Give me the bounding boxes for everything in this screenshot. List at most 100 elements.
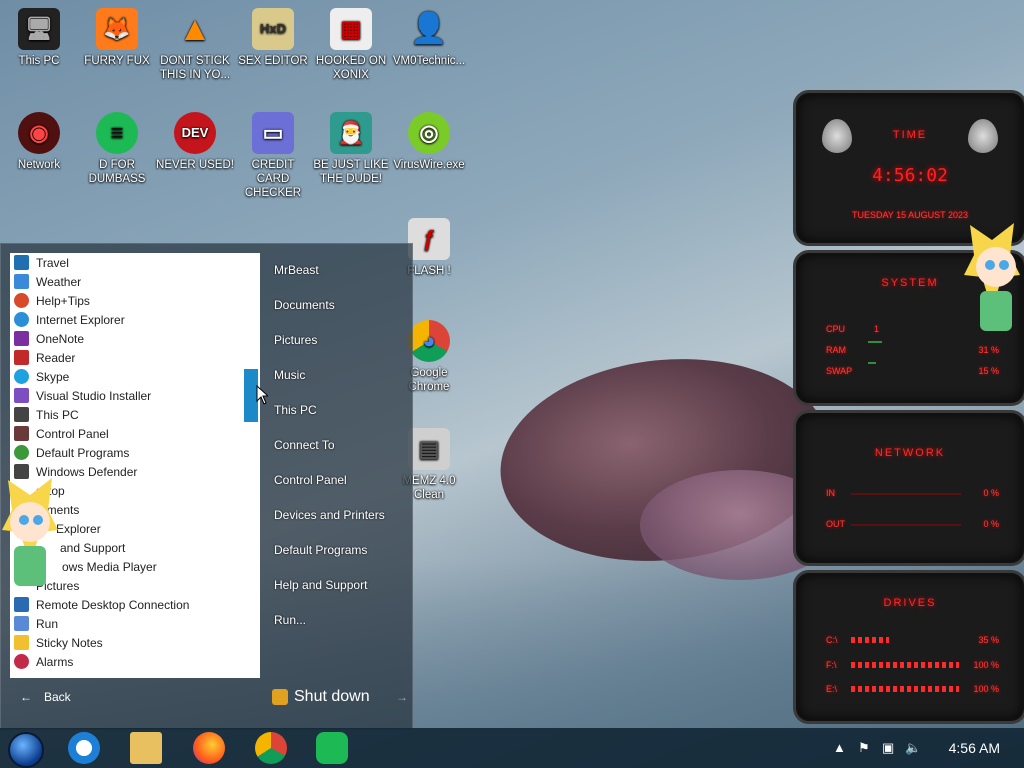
drive-f-meter [851, 662, 959, 668]
desktop-icon-credit-card[interactable]: ▭ CREDIT CARD CHECKER [234, 112, 312, 200]
network-title: NETWORK [874, 447, 946, 459]
flag-icon[interactable]: ⚑ [858, 740, 870, 756]
network-icon[interactable]: ▣ [882, 740, 894, 756]
taskbar: ▲ ⚑ ▣ 🔈 4:56 AM [0, 728, 1024, 768]
start-place-music[interactable]: Music [262, 358, 410, 393]
desktop-icon-label: SEX EDITOR [238, 55, 308, 67]
ram-meter [868, 341, 882, 343]
start-app-alarms[interactable]: Alarms [10, 652, 260, 671]
hxd-icon: HxD [252, 8, 294, 50]
desktop-icon-sex-editor[interactable]: HxD SEX EDITOR [234, 8, 312, 68]
ie-icon [14, 312, 29, 327]
start-place-user[interactable]: MrBeast [262, 253, 410, 288]
chrome-icon[interactable] [255, 732, 287, 764]
time-readout: 4:56:02 [872, 165, 948, 186]
desktop-icon-furry-fux[interactable]: 🦊 FURRY FUX [78, 8, 156, 68]
desktop-icon-d-for-dumbass[interactable]: ≡ D FOR DUMBASS [78, 112, 156, 186]
start-app-onenote[interactable]: OneNote [10, 329, 260, 348]
sticker-character [962, 215, 1024, 335]
default-programs-icon [14, 445, 29, 460]
desktop-icon-label: FLASH ! [407, 265, 451, 277]
weather-icon [14, 274, 29, 289]
start-app-travel[interactable]: Travel [10, 253, 260, 272]
start-place-connect-to[interactable]: Connect To [262, 428, 410, 463]
desktop-icon-label: D FOR DUMBASS [88, 159, 146, 185]
start-place-default-programs[interactable]: Default Programs [262, 533, 410, 568]
help-icon [14, 293, 29, 308]
desktop-icon-label: Google Chrome [408, 367, 450, 393]
desktop-icon-label: VirusWire.exe [393, 159, 465, 171]
start-app-internet-explorer[interactable]: Internet Explorer [10, 310, 260, 329]
desktop-icon-viruswire[interactable]: ◎ VirusWire.exe [390, 112, 468, 172]
start-app-remote-desktop[interactable]: Remote Desktop Connection [10, 595, 260, 614]
lock-icon [272, 689, 288, 705]
start-place-help-support[interactable]: Help and Support [262, 568, 410, 603]
run-icon [14, 616, 29, 631]
devcpp-icon: DEV [174, 112, 216, 154]
spotify-icon[interactable] [316, 732, 348, 764]
start-app-default-programs[interactable]: Default Programs [10, 443, 260, 462]
start-app-sticky-notes[interactable]: Sticky Notes [10, 633, 260, 652]
start-app-help-tips[interactable]: Help+Tips [10, 291, 260, 310]
desktop-icon-never-used[interactable]: DEV NEVER USED! [156, 112, 234, 172]
start-orb-button[interactable] [8, 732, 44, 768]
start-app-run[interactable]: Run [10, 614, 260, 633]
start-app-reader[interactable]: Reader [10, 348, 260, 367]
system-title: SYSTEM [881, 277, 939, 289]
network-in-meter [851, 493, 961, 495]
start-place-control-panel[interactable]: Control Panel [262, 463, 410, 498]
desktop-icon-label: NEVER USED! [156, 159, 234, 171]
start-app-visual-studio-installer[interactable]: Visual Studio Installer [10, 386, 260, 405]
network-panel: NETWORK IN 0 % OUT 0 % [793, 410, 1024, 566]
alarm-clock-icon [14, 654, 29, 669]
arrow-right-icon[interactable]: → [396, 690, 408, 704]
start-back-button[interactable]: ← Back [10, 685, 260, 709]
desktop-icon-label: FURRY FUX [84, 55, 150, 67]
network-out-meter [851, 524, 961, 526]
desktop-icon-dont-stick[interactable]: ▲ DONT STICK THIS IN YO... [156, 8, 234, 82]
start-app-weather[interactable]: Weather [10, 272, 260, 291]
drives-panel: DRIVES C:\ 35 % F:\ 100 % E:\ 100 % [793, 570, 1024, 724]
firefox-icon[interactable] [193, 732, 225, 764]
desktop-icon-network[interactable]: ◉ Network [0, 112, 78, 172]
chevron-up-icon[interactable]: ▲ [833, 740, 846, 755]
spotify-icon: ≡ [96, 112, 138, 154]
desktop-icon-be-the-dude[interactable]: 🎅 BE JUST LIKE THE DUDE! [312, 112, 390, 186]
swap-row: SWAP 15 % [826, 366, 999, 376]
computer-icon: 🖥 [18, 8, 60, 50]
travel-icon [14, 255, 29, 270]
computer-icon [14, 407, 29, 422]
desktop-icon-vm0[interactable]: 👤 VM0Technic... [390, 8, 468, 68]
start-app-this-pc[interactable]: This PC [10, 405, 260, 424]
remote-desktop-icon [14, 597, 29, 612]
start-places-list: MrBeast Documents Pictures Music This PC… [262, 253, 410, 638]
limewire-icon: ◎ [408, 112, 450, 154]
start-place-run[interactable]: Run... [262, 603, 410, 638]
start-place-documents[interactable]: Documents [262, 288, 410, 323]
desktop-icon-xonix[interactable]: ▦ HOOKED ON XONIX [312, 8, 390, 82]
vlc-cone-icon: ▲ [178, 10, 212, 48]
desktop-icon-label: BE JUST LIKE THE DUDE! [313, 159, 389, 185]
desktop-icon-label: This PC [18, 55, 60, 67]
taskbar-clock[interactable]: 4:56 AM [949, 740, 1000, 756]
desktop-icon-label: CREDIT CARD CHECKER [244, 159, 302, 199]
start-place-this-pc[interactable]: This PC [262, 393, 410, 428]
start-place-pictures[interactable]: Pictures [262, 323, 410, 358]
start-app-control-panel[interactable]: Control Panel [10, 424, 260, 443]
shutdown-button[interactable]: Shut down → [272, 686, 408, 708]
system-monitor-gadget: TIME 4:56:02 TUESDAY 15 AUGUST 2023 SYST… [793, 90, 1024, 724]
sticky-notes-icon [14, 635, 29, 650]
desktop-icon-label: HOOKED ON XONIX [315, 55, 387, 81]
internet-explorer-icon[interactable] [68, 732, 100, 764]
reader-icon [14, 350, 29, 365]
file-explorer-icon[interactable] [130, 732, 162, 764]
time-title: TIME [892, 129, 928, 141]
drive-c-meter [851, 637, 889, 643]
xonix-icon: ▦ [330, 8, 372, 50]
ram-row: RAM 31 % [826, 345, 999, 355]
speaker-icon[interactable]: 🔈 [905, 740, 921, 756]
start-app-skype[interactable]: Skype [10, 367, 260, 386]
network-icon: ◉ [18, 112, 60, 154]
desktop-icon-this-pc[interactable]: 🖥 This PC [0, 8, 78, 68]
start-place-devices-printers[interactable]: Devices and Printers [262, 498, 410, 533]
